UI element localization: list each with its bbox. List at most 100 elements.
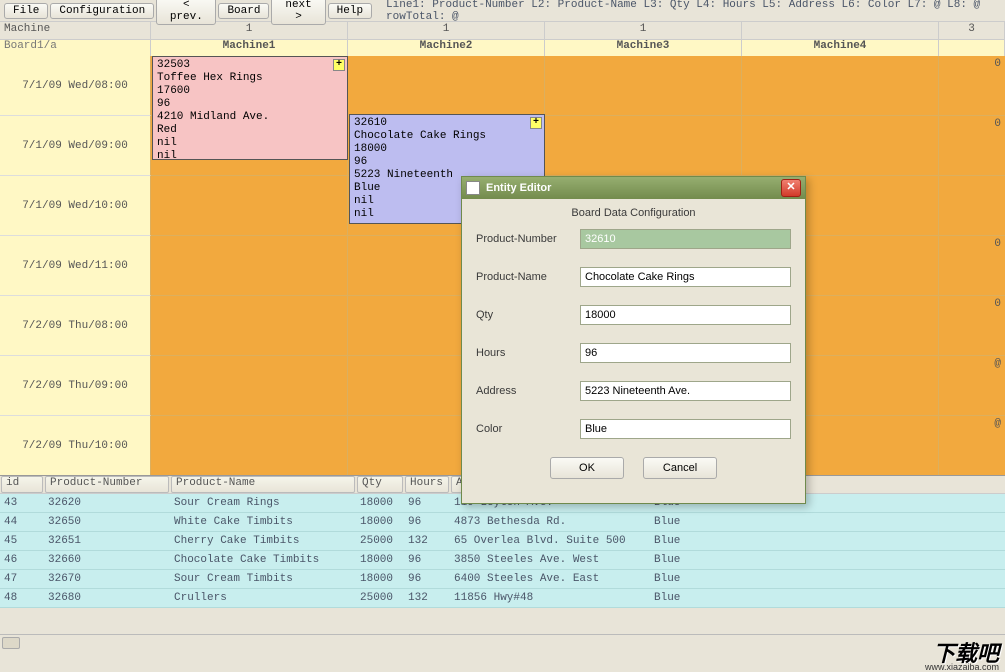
job-card-toffee[interactable]: + 32503 Toffee Hex Rings 17600 96 4210 M… (152, 56, 348, 160)
cell-id: 45 (0, 535, 44, 547)
card-product-number: 32503 (157, 59, 343, 72)
schedule-cell[interactable] (151, 296, 348, 356)
dialog-title: Entity Editor (486, 182, 551, 194)
cell-addr: 65 Overlea Blvd. Suite 500 (450, 535, 650, 547)
scrollbar-thumb[interactable] (2, 637, 20, 649)
watermark-url: www.xiazaiba.com (925, 662, 999, 672)
cancel-button[interactable]: Cancel (643, 457, 717, 479)
cell-hours: 96 (404, 497, 450, 509)
machine1-header[interactable]: Machine1 (151, 40, 348, 56)
cell-color: Blue (650, 573, 820, 585)
cell-pnum: 32680 (44, 592, 170, 604)
label-hours: Hours (476, 347, 580, 359)
cell-pname: White Cake Timbits (170, 516, 356, 528)
card-qty: 18000 (354, 143, 540, 156)
label-address: Address (476, 385, 580, 397)
time-label: 7/1/09 Wed/09:00 (0, 116, 151, 176)
cell-color: Blue (650, 554, 820, 566)
schedule-cell[interactable] (151, 236, 348, 296)
schedule-cell[interactable] (545, 56, 742, 116)
card-address: 4210 Midland Ave. (157, 111, 343, 124)
cell-hours: 96 (404, 516, 450, 528)
cell-qty: 18000 (356, 516, 404, 528)
schedule-cell[interactable] (151, 356, 348, 416)
configuration-menu[interactable]: Configuration (50, 3, 154, 19)
cell-pnum: 32650 (44, 516, 170, 528)
schedule-cell[interactable] (545, 116, 742, 176)
input-color[interactable] (580, 419, 791, 439)
input-product-name[interactable] (580, 267, 791, 287)
cell-pnum: 32670 (44, 573, 170, 585)
cell-pname: Cherry Cake Timbits (170, 535, 356, 547)
dialog-titlebar[interactable]: Entity Editor ✕ (462, 177, 805, 199)
table-row[interactable]: 4532651Cherry Cake Timbits2500013265 Ove… (0, 532, 1005, 551)
card-hours: 96 (157, 98, 343, 111)
time-label: 7/2/09 Thu/09:00 (0, 356, 151, 416)
label-qty: Qty (476, 309, 580, 321)
prev-button[interactable]: < prev. (156, 0, 216, 25)
dialog-subtitle: Board Data Configuration (476, 207, 791, 219)
label-color: Color (476, 423, 580, 435)
cell-qty: 25000 (356, 535, 404, 547)
table-row[interactable]: 4832680Crullers2500013211856 Hwy#48Blue (0, 589, 1005, 608)
col-id[interactable]: id (1, 476, 43, 493)
input-qty[interactable] (580, 305, 791, 325)
schedule-cell[interactable] (348, 56, 545, 116)
input-product-number[interactable] (580, 229, 791, 249)
row-total: 0 (939, 296, 1005, 356)
horizontal-scrollbar[interactable] (0, 634, 1005, 650)
machine4-header[interactable]: Machine4 (742, 40, 939, 56)
close-icon[interactable]: ✕ (781, 179, 801, 197)
schedule-cell[interactable] (151, 416, 348, 475)
machine-count-row: Machine 1 1 1 3 (0, 22, 1005, 40)
row-total: @ (939, 356, 1005, 416)
input-hours[interactable] (580, 343, 791, 363)
cell-addr: 6400 Steeles Ave. East (450, 573, 650, 585)
col-product-number[interactable]: Product-Number (45, 476, 169, 493)
cell-pnum: 32660 (44, 554, 170, 566)
machine-label: Machine (0, 22, 151, 39)
board-button[interactable]: Board (218, 3, 269, 19)
time-label: 7/2/09 Thu/10:00 (0, 416, 151, 475)
cell-qty: 18000 (356, 573, 404, 585)
ok-button[interactable]: OK (550, 457, 624, 479)
cell-pname: Sour Cream Rings (170, 497, 356, 509)
cell-hours: 96 (404, 573, 450, 585)
table-body[interactable]: 4332620Sour Cream Rings1800096119 Leyton… (0, 494, 1005, 634)
label-product-name: Product-Name (476, 271, 580, 283)
table-row[interactable]: 4632660Chocolate Cake Timbits18000963850… (0, 551, 1005, 570)
schedule-cell[interactable] (742, 56, 939, 116)
expand-icon[interactable]: + (333, 59, 345, 71)
card-qty: 17600 (157, 85, 343, 98)
machine2-header[interactable]: Machine2 (348, 40, 545, 56)
expand-icon[interactable]: + (530, 117, 542, 129)
cell-hours: 132 (404, 592, 450, 604)
card-color: Red (157, 124, 343, 137)
machine-name-row: Board1/a Machine1 Machine2 Machine3 Mach… (0, 40, 1005, 56)
time-label: 7/2/09 Thu/08:00 (0, 296, 151, 356)
schedule-cell[interactable] (151, 176, 348, 236)
cell-qty: 18000 (356, 554, 404, 566)
next-button[interactable]: next > (271, 0, 325, 25)
col-hours[interactable]: Hours (405, 476, 449, 493)
table-row[interactable]: 4732670Sour Cream Timbits18000966400 Ste… (0, 570, 1005, 589)
cell-pname: Sour Cream Timbits (170, 573, 356, 585)
schedule-cell[interactable] (742, 116, 939, 176)
cell-addr: 11856 Hwy#48 (450, 592, 650, 604)
col-product-name[interactable]: Product-Name (171, 476, 355, 493)
card-product-name: Chocolate Cake Rings (354, 130, 540, 143)
table-row[interactable]: 4432650White Cake Timbits18000964873 Bet… (0, 513, 1005, 532)
machine3-header[interactable]: Machine3 (545, 40, 742, 56)
col-qty[interactable]: Qty (357, 476, 403, 493)
time-label: 7/1/09 Wed/11:00 (0, 236, 151, 296)
cell-id: 46 (0, 554, 44, 566)
card-product-number: 32610 (354, 117, 540, 130)
file-menu[interactable]: File (4, 3, 48, 19)
help-button[interactable]: Help (328, 3, 372, 19)
cell-pname: Crullers (170, 592, 356, 604)
card-l7: nil (157, 137, 343, 150)
input-address[interactable] (580, 381, 791, 401)
cell-addr: 3850 Steeles Ave. West (450, 554, 650, 566)
time-label: 7/1/09 Wed/10:00 (0, 176, 151, 236)
row-total (939, 176, 1005, 236)
